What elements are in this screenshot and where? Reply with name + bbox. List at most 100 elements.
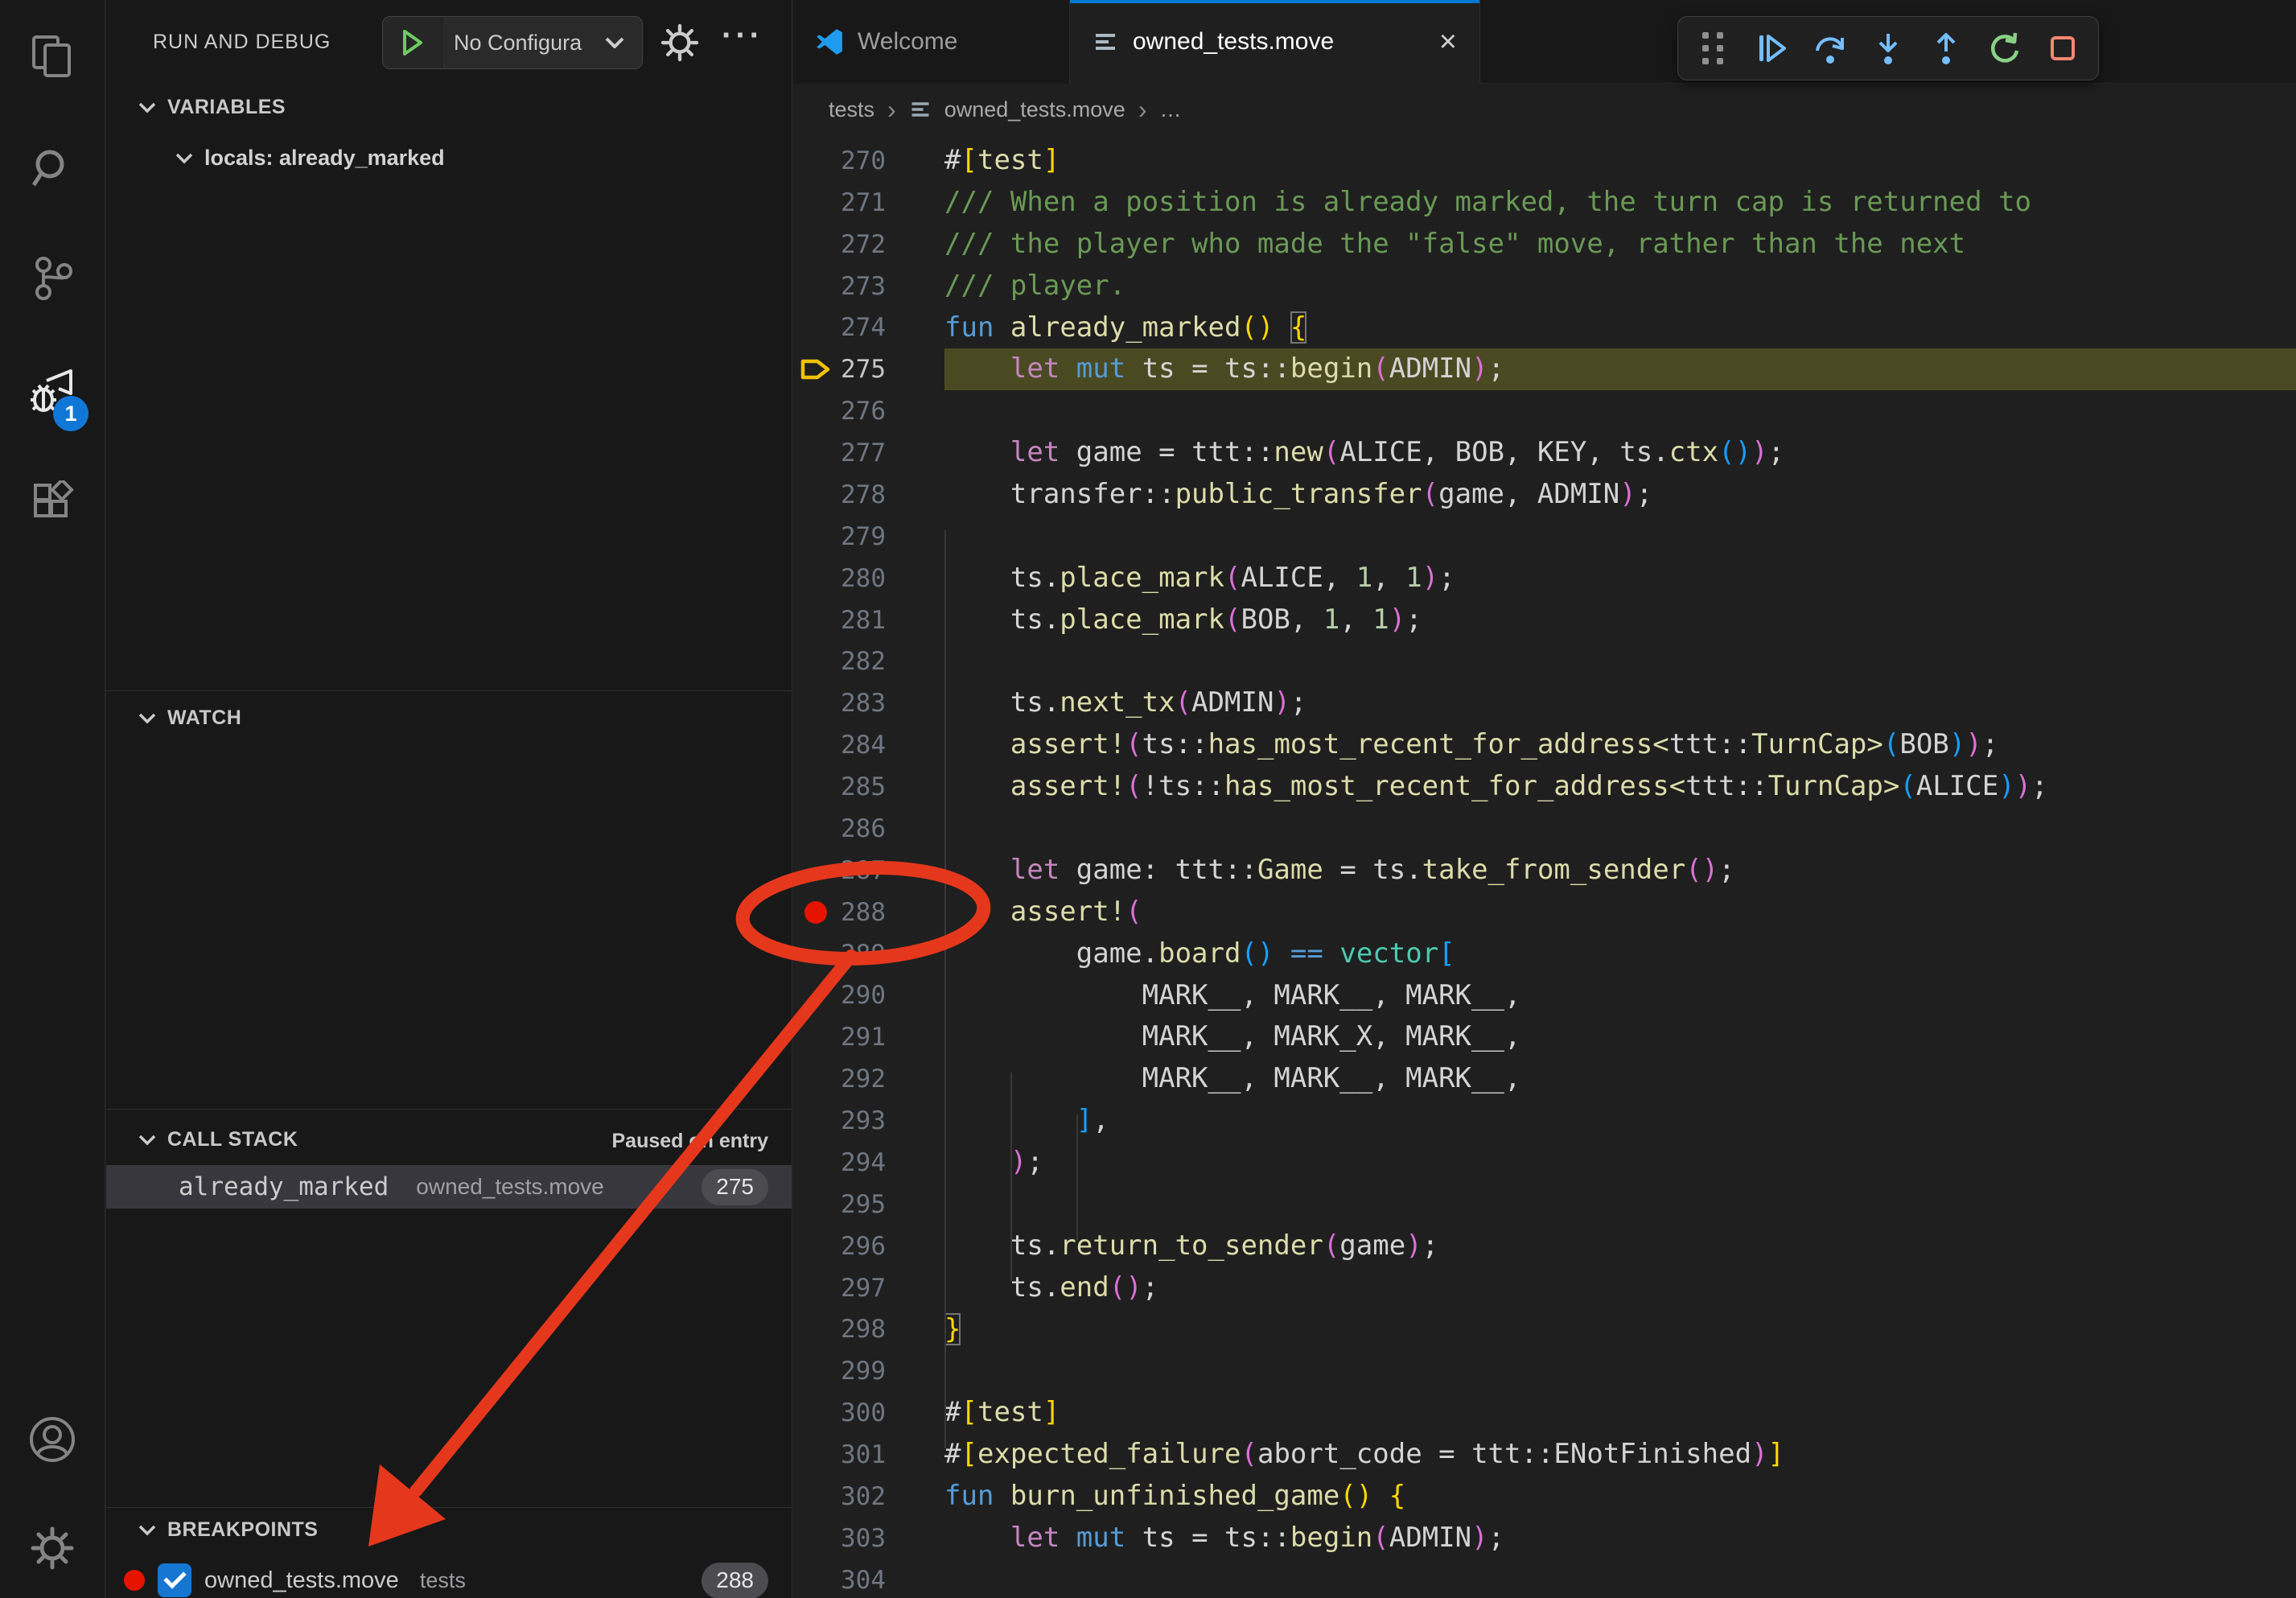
code-line[interactable]: 281 ts.place_mark(BOB, 1, 1); [793,599,2296,641]
gutter[interactable]: 285 [793,766,944,808]
gutter-margin[interactable] [793,182,838,224]
code-line[interactable]: 299 [793,1350,2296,1392]
code-text[interactable]: /// player. [944,266,2296,307]
code-line[interactable]: 283 ts.next_tx(ADMIN); [793,682,2296,724]
code-text[interactable]: let game: ttt::Game = ts.take_from_sende… [944,850,2296,892]
code-line[interactable]: 303 let mut ts = ts::begin(ADMIN); [793,1518,2296,1559]
code-text[interactable] [944,1350,2296,1392]
code-text[interactable] [944,641,2296,683]
gutter[interactable]: 281 [793,599,944,641]
gutter[interactable]: 298 [793,1309,944,1351]
extensions-icon[interactable] [29,480,76,527]
code-text[interactable]: assert!(ts::has_most_recent_for_address<… [944,724,2296,766]
step-out-button[interactable] [1924,26,1969,71]
gutter-margin[interactable] [793,1184,838,1225]
code-text[interactable]: MARK__, MARK__, MARK__, [944,975,2296,1017]
code-text[interactable]: ], [944,1100,2296,1142]
section-watch[interactable]: WATCH [138,706,241,730]
gutter[interactable]: 272 [793,224,944,266]
gutter[interactable]: 304 [793,1559,944,1598]
code-line[interactable]: 274fun already_marked() { [793,307,2296,349]
code-text[interactable] [944,1184,2296,1225]
code-text[interactable] [944,808,2296,850]
gutter[interactable]: 279 [793,516,944,558]
breadcrumb-folder[interactable]: tests [829,97,874,122]
code-line[interactable]: 304 [793,1559,2296,1598]
source-control-icon[interactable] [29,255,76,302]
code-line[interactable]: 298} [793,1309,2296,1351]
gutter[interactable]: 287 [793,850,944,892]
gutter-margin[interactable] [793,1392,838,1434]
code-line[interactable]: 290 MARK__, MARK__, MARK__, [793,975,2296,1017]
debug-settings-gear-icon[interactable] [657,20,702,65]
restart-button[interactable] [1982,26,2027,71]
code-editor[interactable]: 270#[test]271/// When a position is alre… [793,135,2296,1598]
code-line[interactable]: 300#[test] [793,1392,2296,1434]
settings-gear-icon[interactable] [27,1522,78,1574]
code-line[interactable]: 289 game.board() == vector[ [793,933,2296,975]
more-actions-icon[interactable]: ··· [722,18,763,54]
search-icon[interactable] [29,145,76,192]
gutter-margin[interactable] [793,1518,838,1559]
step-into-button[interactable] [1866,26,1911,71]
section-breakpoints[interactable]: BREAKPOINTS [138,1518,318,1542]
gutter-margin[interactable] [793,1225,838,1267]
code-line[interactable]: 270#[test] [793,140,2296,182]
gutter[interactable]: 292 [793,1058,944,1100]
gutter-margin[interactable] [793,682,838,724]
code-text[interactable]: /// the player who made the "false" move… [944,224,2296,266]
gutter-margin[interactable] [793,975,838,1017]
gutter[interactable]: 302 [793,1476,944,1518]
breakpoint-row[interactable]: owned_tests.move tests 288 [106,1559,792,1598]
gutter-margin[interactable] [793,558,838,599]
gutter-margin[interactable] [793,390,838,432]
code-text[interactable]: } [944,1309,2296,1351]
gutter-margin[interactable] [793,266,838,307]
gutter-margin[interactable] [793,766,838,808]
code-text[interactable]: let game = ttt::new(ALICE, BOB, KEY, ts.… [944,432,2296,474]
code-text[interactable]: ts.end(); [944,1267,2296,1309]
code-line[interactable]: 272/// the player who made the "false" m… [793,224,2296,266]
code-text[interactable]: assert!(!ts::has_most_recent_for_address… [944,766,2296,808]
tab-owned-tests-move[interactable]: owned_tests.move × [1070,0,1480,84]
code-line[interactable]: 280 ts.place_mark(ALICE, 1, 1); [793,558,2296,599]
gutter-margin[interactable] [793,474,838,516]
gutter[interactable]: 297 [793,1267,944,1309]
code-line[interactable]: 301#[expected_failure(abort_code = ttt::… [793,1434,2296,1476]
tab-welcome[interactable]: Welcome [793,0,1070,84]
step-over-button[interactable] [1808,26,1853,71]
code-line[interactable]: 273/// player. [793,266,2296,307]
gutter[interactable]: 286 [793,808,944,850]
code-text[interactable]: assert!( [944,892,2296,933]
code-line[interactable]: 302fun burn_unfinished_game() { [793,1476,2296,1518]
code-line[interactable]: 296 ts.return_to_sender(game); [793,1225,2296,1267]
breadcrumb-symbol[interactable]: … [1159,97,1181,122]
code-line[interactable]: 275 let mut ts = ts::begin(ADMIN); [793,348,2296,390]
config-dropdown[interactable]: No Configura [442,31,603,56]
gutter-margin[interactable] [793,1267,838,1309]
code-line[interactable]: 288 assert!( [793,892,2296,933]
breakpoint-checkbox[interactable] [158,1563,191,1597]
gutter-margin[interactable] [793,224,838,266]
code-text[interactable]: let mut ts = ts::begin(ADMIN); [944,348,2296,390]
gutter-margin[interactable] [793,307,838,349]
gutter-margin[interactable] [793,641,838,683]
code-line[interactable]: 295 [793,1184,2296,1225]
gutter[interactable]: 282 [793,641,944,683]
account-icon[interactable] [27,1414,78,1465]
code-text[interactable]: #[test] [944,140,2296,182]
gutter[interactable]: 274 [793,307,944,349]
stop-button[interactable] [2040,26,2085,71]
code-line[interactable]: 297 ts.end(); [793,1267,2296,1309]
variables-scope-locals[interactable]: locals: already_marked [175,146,445,171]
gutter[interactable]: 288 [793,892,944,933]
code-text[interactable]: transfer::public_transfer(game, ADMIN); [944,474,2296,516]
gutter[interactable]: 300 [793,1392,944,1434]
gutter[interactable]: 270 [793,140,944,182]
code-line[interactable]: 293 ], [793,1100,2296,1142]
gutter[interactable]: 273 [793,266,944,307]
code-text[interactable]: let mut ts = ts::begin(ADMIN); [944,1518,2296,1559]
continue-button[interactable] [1750,26,1795,71]
code-text[interactable]: ts.next_tx(ADMIN); [944,682,2296,724]
gutter[interactable]: 289 [793,933,944,975]
